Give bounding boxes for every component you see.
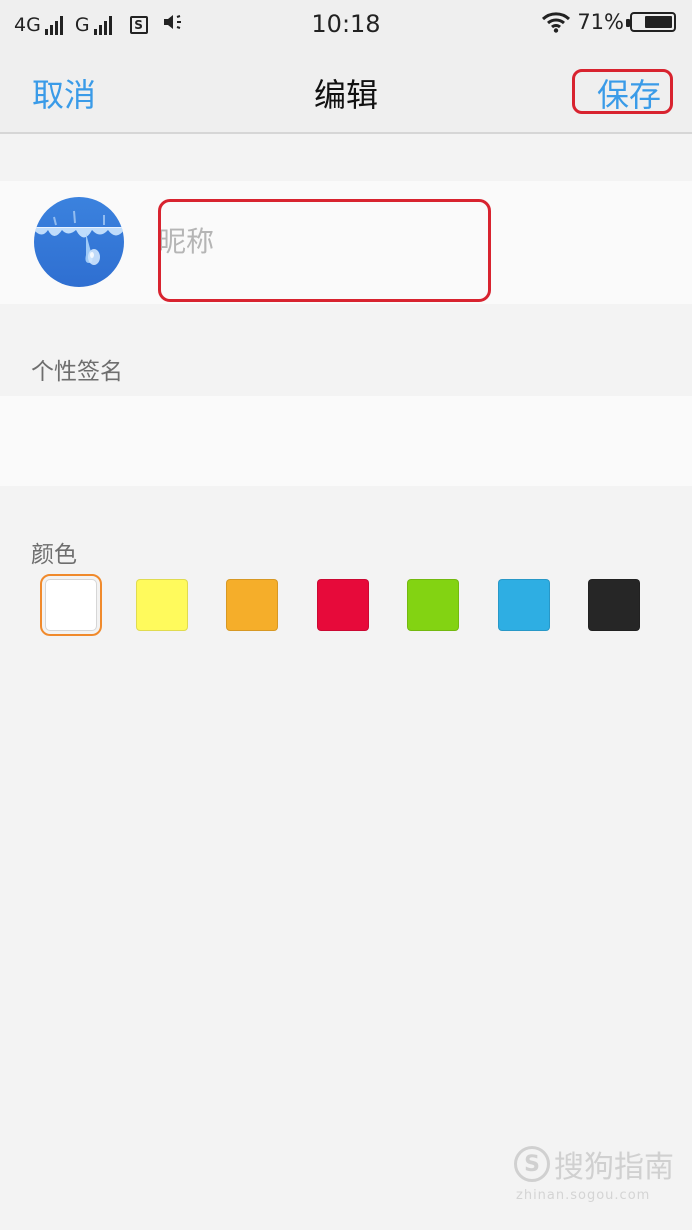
nickname-input[interactable] [158,201,488,281]
watermark: S 搜狗指南 zhinan.sogou.com [514,1142,674,1203]
network-type-1: 4G [14,13,41,36]
vibrate-icon [162,12,186,37]
signature-input[interactable] [0,396,692,486]
page-title: 编辑 [313,76,378,114]
sogou-logo-icon: S [514,1146,550,1182]
signature-label: 个性签名 [31,359,123,385]
watermark-url: zhinan.sogou.com [516,1188,651,1203]
color-label: 颜色 [31,542,77,568]
color-swatch[interactable] [407,579,459,631]
save-button[interactable]: 保存 [597,70,661,116]
status-left: 4G G S [14,12,186,37]
signal-icon [93,15,112,35]
network-type-2: G [74,13,90,36]
status-bar: 4G G S 10:18 71% [0,0,692,48]
battery-icon [626,12,676,32]
nav-bar: 取消 编辑 保存 [0,48,692,134]
color-swatch[interactable] [588,579,640,631]
signal-icon [44,15,63,35]
sim-icon: S [129,15,148,34]
profile-row [0,181,692,304]
wifi-icon [542,12,571,33]
cancel-button[interactable]: 取消 [32,70,96,116]
status-right: 71% [541,10,676,34]
battery-percent: 71% [577,10,624,34]
color-swatch[interactable] [135,579,188,631]
color-swatch[interactable] [226,579,278,631]
avatar-image [34,197,124,287]
avatar[interactable] [34,197,124,287]
color-swatch[interactable] [497,579,550,631]
color-swatch[interactable] [40,574,102,636]
color-swatch[interactable] [316,579,369,631]
watermark-brand: 搜狗指南 [554,1150,674,1185]
